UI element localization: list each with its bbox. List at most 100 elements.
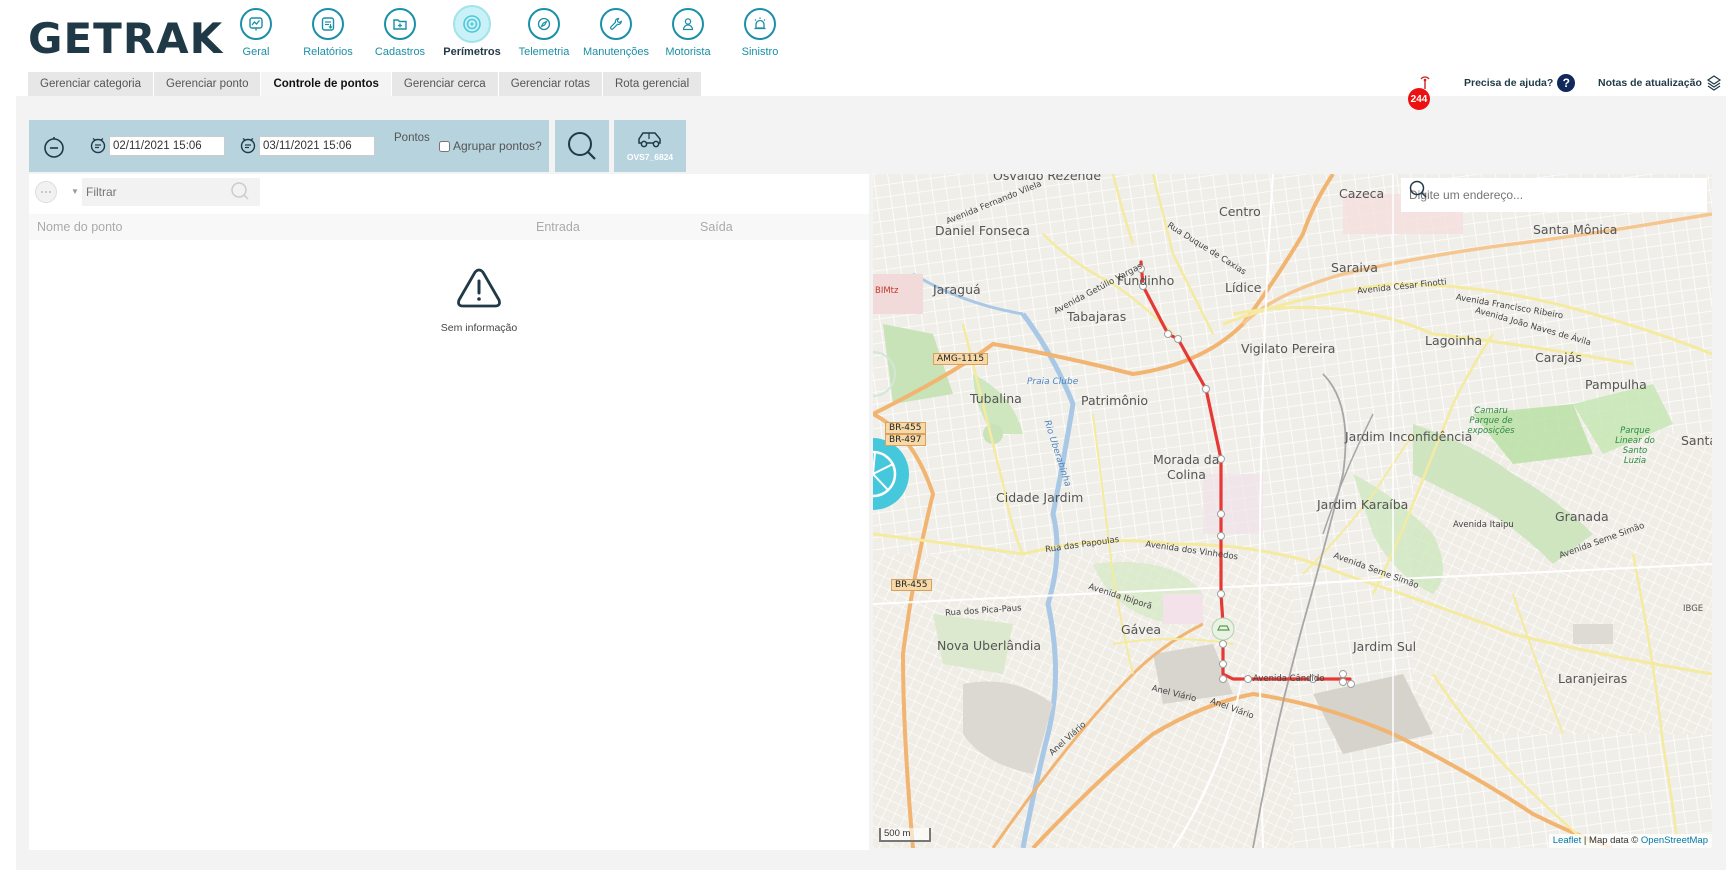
group-points-checkbox[interactable]: [439, 140, 450, 152]
tab-gerenciar-cerca[interactable]: Gerenciar cerca: [391, 72, 499, 96]
column-entrada[interactable]: Entrada: [536, 220, 580, 234]
calendar-start-icon[interactable]: [89, 136, 107, 154]
map-label-saraiva: Saraiva: [1331, 260, 1378, 275]
map-label-amg-1115: AMG-1115: [933, 353, 989, 365]
warning-icon: [457, 268, 501, 308]
car-icon: [638, 132, 661, 148]
nav-item-telemetria[interactable]: Telemetria: [508, 8, 580, 58]
perimeter-target-icon: [453, 5, 491, 43]
nav-item-cadastros[interactable]: Cadastros: [364, 8, 436, 58]
nav-item-perimetros[interactable]: Perímetros: [436, 5, 508, 58]
map-label-nova-uberlandia: Nova Uberlândia: [937, 638, 1042, 653]
map-label-praia-clube: Praia Clube: [1027, 377, 1079, 387]
help-link[interactable]: Precisa de ajuda? ?: [1464, 74, 1576, 92]
notification-button[interactable]: 244: [1408, 76, 1436, 110]
map-label-carajas: Carajás: [1535, 350, 1582, 365]
nav-item-motorista[interactable]: Motorista: [652, 8, 724, 58]
map-label-gavea: Gávea: [1121, 622, 1162, 637]
main-nav: Geral Relatórios Cadastros Perímetros Te…: [220, 5, 796, 58]
map-label-laranjeiras: Laranjeiras: [1558, 671, 1628, 686]
nav-label: Cadastros: [374, 46, 426, 58]
layers-icon: [1706, 75, 1721, 91]
map-label-itaipu: Avenida Itaipu: [1453, 520, 1514, 530]
report-icon: [312, 8, 344, 40]
compass-icon: [528, 8, 560, 40]
map-label-bimtz: BIMtz: [875, 286, 899, 296]
tab-gerenciar-ponto[interactable]: Gerenciar ponto: [154, 72, 262, 96]
empty-message: Sem informação: [440, 322, 518, 334]
folder-plus-icon: [384, 8, 416, 40]
map-label-cazeca: Cazeca: [1339, 186, 1385, 201]
map-label-osvaldo: Osvaldo Rezende: [993, 174, 1102, 183]
clock-toggle-icon[interactable]: [41, 134, 67, 160]
vehicle-select-button[interactable]: OVS7_6824: [614, 120, 686, 172]
map-label-pampulha: Pampulha: [1585, 377, 1647, 392]
notification-badge: 244: [1408, 88, 1430, 110]
getrak-logo[interactable]: GETRAK: [28, 14, 223, 63]
subtabs-bar: Gerenciar categoria Gerenciar ponto Cont…: [28, 72, 703, 96]
map-label-tubalina: Tubalina: [970, 391, 1022, 406]
nav-label: Relatórios: [303, 46, 353, 58]
map-label-ibge: IBGE: [1683, 604, 1704, 614]
nav-item-sinistro[interactable]: Sinistro: [724, 8, 796, 58]
filter-input[interactable]: [86, 182, 196, 202]
map-label-jardim-sul: Jardim Sul: [1353, 639, 1417, 654]
column-saida[interactable]: Saída: [700, 220, 733, 234]
map-label-patrimonio: Patrimônio: [1081, 393, 1149, 408]
map-label-jaragua: Jaraguá: [933, 282, 981, 297]
nav-label: Sinistro: [741, 46, 779, 58]
map-label-lagoinha: Lagoinha: [1425, 333, 1483, 348]
filter-dropdown-icon[interactable]: ▼: [71, 187, 79, 196]
map-view[interactable]: Osvaldo Rezende Centro Cazeca Daniel Fon…: [873, 174, 1712, 848]
nav-label: Perímetros: [443, 46, 501, 58]
vehicle-label: OVS7_6824: [626, 152, 674, 162]
filter-search-icon[interactable]: [229, 180, 251, 202]
leaflet-link[interactable]: Leaflet: [1553, 835, 1582, 846]
search-button[interactable]: [555, 120, 609, 172]
column-nome-do-ponto[interactable]: Nome do ponto: [37, 220, 122, 234]
nav-item-manutencoes[interactable]: Manutenções: [580, 8, 652, 58]
map-label-granada: Granada: [1555, 509, 1609, 524]
date-end-input[interactable]: [259, 136, 375, 156]
date-start-input[interactable]: [109, 136, 225, 156]
map-label-centro: Centro: [1219, 204, 1261, 219]
filter-row: ▼: [29, 174, 869, 208]
map-label-morada: Morada da: [1153, 452, 1220, 467]
map-label-karaiba: Jardim Karaíba: [1317, 497, 1409, 512]
map-label-colina: Colina: [1167, 467, 1206, 482]
map-address-search[interactable]: [1401, 178, 1707, 212]
points-label: Pontos: [394, 132, 430, 144]
tab-gerenciar-categoria[interactable]: Gerenciar categoria: [28, 72, 154, 96]
map-label-lidice: Lídice: [1225, 280, 1262, 295]
tab-gerenciar-rotas[interactable]: Gerenciar rotas: [498, 72, 603, 96]
empty-state: Sem informação: [409, 266, 549, 334]
nav-item-geral[interactable]: Geral: [220, 8, 292, 58]
attribution-separator: | Map data ©: [1581, 835, 1641, 846]
chart-line-icon: [240, 8, 272, 40]
map-label-br-497: BR-497: [885, 434, 926, 446]
filter-options-button[interactable]: [35, 181, 57, 203]
map-label-cidade-jardim: Cidade Jardim: [996, 490, 1084, 505]
map-attribution: Leaflet | Map data © OpenStreetMap: [1548, 834, 1712, 848]
map-label-vigilato: Vigilato Pereira: [1241, 341, 1336, 356]
release-notes-link[interactable]: Notas de atualização: [1598, 74, 1722, 92]
question-icon: ?: [1557, 74, 1576, 92]
nav-label: Motorista: [665, 46, 711, 58]
map-label-tabajaras: Tabajaras: [1067, 309, 1127, 324]
map-label-candido: Avenida Cândido: [1253, 674, 1325, 684]
openstreetmap-link[interactable]: OpenStreetMap: [1641, 835, 1708, 846]
map-address-input[interactable]: [1409, 188, 1669, 202]
tab-controle-de-pontos[interactable]: Controle de pontos: [261, 72, 392, 96]
map-label-parque: Parque Linear do Santo Luzia: [1615, 426, 1655, 466]
map-search-icon: [1409, 180, 1427, 198]
driver-icon: [672, 8, 704, 40]
app-header: GETRAK Geral Relatórios Cadastros Períme…: [0, 0, 1729, 66]
filter-toolbar: Pontos Agrupar pontos?: [29, 120, 549, 172]
wrench-icon: [600, 8, 632, 40]
map-label-br-455: BR-455: [885, 422, 926, 434]
group-points-option[interactable]: Agrupar pontos?: [439, 139, 542, 153]
calendar-end-icon[interactable]: [239, 136, 257, 154]
map-label-inconfidencia: Jardim Inconfidência: [1345, 429, 1473, 444]
nav-item-relatorios[interactable]: Relatórios: [292, 8, 364, 58]
tab-rota-gerencial[interactable]: Rota gerencial: [602, 72, 703, 96]
